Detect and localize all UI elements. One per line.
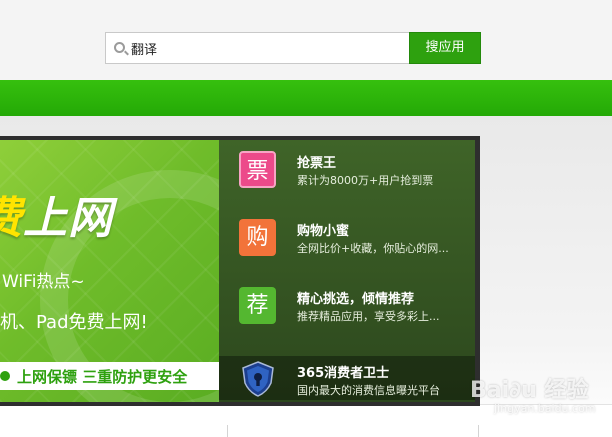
- promo-strip: 上网保镖 三重防护更安全: [0, 362, 219, 390]
- featured-app-list: 票 抢票王 累计为8000万+用户抢到票 购 购物小蜜 全网比价+收藏，你贴心的…: [219, 140, 475, 402]
- promo-banner[interactable]: 费上网 WiFi热点~ 机、Pad免费上网! 上网保镖 三重防护更安全: [0, 140, 219, 402]
- app-name: 购物小蜜: [297, 224, 350, 239]
- recommend-icon: 荐: [239, 287, 276, 324]
- watermark-url: jingyan.baidu.com: [494, 402, 596, 415]
- app-name: 抢票王: [297, 156, 337, 171]
- watermark: Bai∂u 经验 jingyan.baidu.com: [470, 372, 610, 432]
- app-item-gouwuxiaomi[interactable]: 购 购物小蜜 全网比价+收藏，你贴心的网...: [219, 214, 475, 258]
- shopping-bag-icon: 购: [239, 219, 276, 256]
- app-desc: 累计为8000万+用户抢到票: [297, 174, 434, 187]
- promo-title-rest: 上网: [23, 193, 113, 244]
- app-item-jingxintiaoxuan[interactable]: 荐 精心挑选，倾情推荐 推荐精品应用，享受多彩上...: [219, 282, 475, 326]
- divider: [227, 425, 228, 437]
- promo-title-highlight: 费: [0, 193, 23, 244]
- promo-subtitle-1: WiFi热点~: [2, 272, 85, 292]
- app-name: 精心挑选，倾情推荐: [297, 292, 415, 307]
- app-item-qiangpiaowang[interactable]: 票 抢票王 累计为8000万+用户抢到票: [219, 146, 475, 190]
- shield-icon: [241, 361, 275, 397]
- promo-strip-text: 上网保镖 三重防护更安全: [17, 368, 188, 386]
- promo-subtitle-2: 机、Pad免费上网!: [0, 312, 148, 333]
- bullet-dot-icon: [0, 371, 10, 381]
- banner-carousel: 费上网 WiFi热点~ 机、Pad免费上网! 上网保镖 三重防护更安全 票 抢票…: [0, 136, 480, 406]
- nav-bar: [0, 80, 612, 116]
- app-desc: 国内最大的消费信息曝光平台: [297, 384, 440, 397]
- promo-title: 费上网: [0, 182, 113, 246]
- search-box[interactable]: [105, 32, 410, 64]
- search-button[interactable]: 搜应用: [409, 32, 481, 64]
- watermark-logo: Bai∂u 经验: [470, 378, 589, 403]
- top-header: 搜应用: [0, 0, 612, 80]
- app-name: 365消费者卫士: [297, 366, 390, 381]
- app-desc: 全网比价+收藏，你贴心的网...: [297, 242, 449, 255]
- app-item-xiaofeizheweishi[interactable]: 365消费者卫士 国内最大的消费信息曝光平台: [219, 356, 475, 400]
- search-input[interactable]: [131, 33, 401, 63]
- search-icon: [114, 42, 125, 53]
- app-desc: 推荐精品应用，享受多彩上...: [297, 310, 440, 323]
- ticket-icon: 票: [239, 151, 276, 188]
